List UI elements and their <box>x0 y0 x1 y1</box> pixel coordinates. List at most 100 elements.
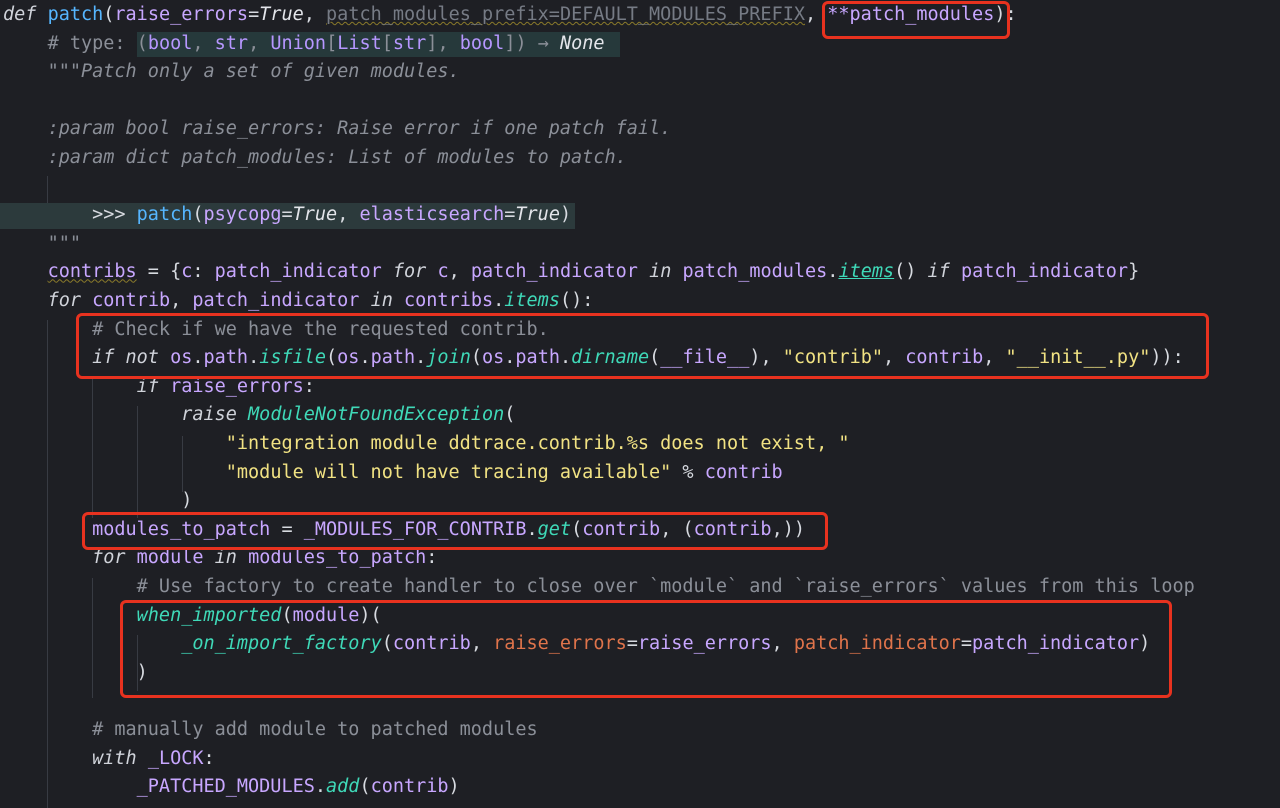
code-token: () <box>894 261 917 283</box>
code-token: : <box>192 261 215 283</box>
code-token: "module will not have tracing available" <box>225 461 672 483</box>
code-line[interactable]: # manually add module to patched modules <box>3 716 1280 745</box>
code-token: ( <box>192 204 204 226</box>
code-line[interactable]: :param bool raise_errors: Raise error if… <box>3 115 1280 144</box>
code-token: , <box>337 204 360 226</box>
highlight-box-when-imported <box>120 600 1172 698</box>
code-token: items <box>838 261 895 283</box>
code-line[interactable]: contribs = {c: patch_indicator for c, pa… <box>3 258 1280 287</box>
code-token: patch <box>136 204 193 226</box>
code-line[interactable]: :param dict patch_modules: List of modul… <box>3 144 1280 173</box>
code-line[interactable]: "integration module ddtrace.contrib.%s d… <box>3 430 1280 459</box>
code-token: add <box>326 776 360 798</box>
code-line[interactable]: raise ModuleNotFoundException( <box>3 401 1280 430</box>
code-token: patch_indicator <box>960 261 1129 283</box>
code-token: if <box>916 261 961 283</box>
code-line[interactable]: # Use factory to create handler to close… <box>3 573 1280 602</box>
code-token: # Use factory to create handler to close… <box>136 576 1195 597</box>
code-token: modules_to_patch <box>248 547 427 569</box>
code-token: % <box>671 461 705 483</box>
code-line[interactable]: """ <box>3 230 1280 259</box>
code-token: } <box>1128 261 1140 283</box>
code-token: contrib <box>92 290 171 311</box>
code-line[interactable]: "module will not have tracing available"… <box>3 459 1280 488</box>
code-line[interactable]: for contrib, patch_indicator in contribs… <box>3 287 1280 316</box>
code-token: ( <box>136 32 148 54</box>
code-line[interactable]: with _LOCK: <box>3 745 1280 774</box>
code-token: True <box>292 204 338 226</box>
code-token: bool <box>459 32 505 54</box>
code-token: contrib <box>704 461 783 483</box>
code-token: ( <box>103 4 115 25</box>
code-token: = <box>504 204 516 226</box>
code-token: raise_errors <box>114 4 249 25</box>
code-token: patch_indicator <box>192 290 360 311</box>
code-token: str <box>214 32 249 54</box>
code-token: with <box>92 747 148 769</box>
code-token: >>> <box>92 204 137 226</box>
code-token: # manually add module to patched modules <box>92 719 538 740</box>
code-token: ) <box>181 490 193 512</box>
code-token: , <box>303 4 327 25</box>
code-token: [ <box>326 32 338 54</box>
code-token: psycopg <box>203 204 282 226</box>
code-token: in <box>637 261 683 283</box>
code-token: patch_modules_prefix=DEFAULT_MODULES_PRE… <box>326 4 805 25</box>
code-editor[interactable]: def patch(raise_errors=True, patch_modul… <box>0 0 1280 808</box>
code-token: List <box>337 32 382 54</box>
code-token: ) <box>448 776 460 798</box>
code-token: items <box>504 290 560 311</box>
code-token: "integration module ddtrace.contrib.%s d… <box>225 433 850 454</box>
code-token: , <box>192 32 215 54</box>
code-token: ( <box>504 404 516 426</box>
code-line[interactable]: """Patch only a set of given modules. <box>3 58 1280 87</box>
code-token: ModuleNotFoundException <box>248 404 505 426</box>
code-line[interactable]: >>> patch(psycopg=True, elasticsearch=Tr… <box>3 201 1280 230</box>
code-token: """ <box>47 232 81 254</box>
code-token: = <box>248 4 260 25</box>
code-token: , <box>448 261 471 283</box>
code-token: contrib <box>370 776 449 798</box>
code-token: for <box>92 547 137 569</box>
code-token: str <box>392 32 427 54</box>
code-token: contribs <box>404 290 494 311</box>
code-token: for <box>381 261 438 283</box>
code-token: elasticsearch <box>359 204 505 226</box>
code-token: ]) → <box>504 32 561 54</box>
code-token: . <box>314 776 327 798</box>
code-token: Union <box>270 32 327 54</box>
code-token: ) <box>559 204 572 226</box>
highlight-box-patch-modules <box>822 1 1010 39</box>
highlight-box-isfile-check <box>76 313 1209 379</box>
code-token: None <box>560 32 605 54</box>
code-token: . <box>827 261 839 283</box>
code-token: = <box>281 204 293 226</box>
code-line[interactable] <box>3 173 1280 202</box>
code-token: in <box>359 290 405 311</box>
code-line[interactable] <box>3 87 1280 116</box>
code-token: # type: <box>47 32 137 54</box>
code-token: . <box>493 290 505 311</box>
code-line[interactable]: def patch(raise_errors=True, patch_modul… <box>3 1 1280 30</box>
code-token: module <box>136 547 204 569</box>
code-token: c <box>437 261 449 283</box>
code-token: , <box>170 290 193 311</box>
code-line[interactable]: # type: (bool, str, Union[List[str], boo… <box>3 30 1280 59</box>
code-token: def <box>3 4 48 25</box>
code-token: : <box>203 747 215 769</box>
code-token: (): <box>559 290 594 311</box>
code-line[interactable]: _PATCHED_MODULES.add(contrib) <box>3 773 1280 802</box>
